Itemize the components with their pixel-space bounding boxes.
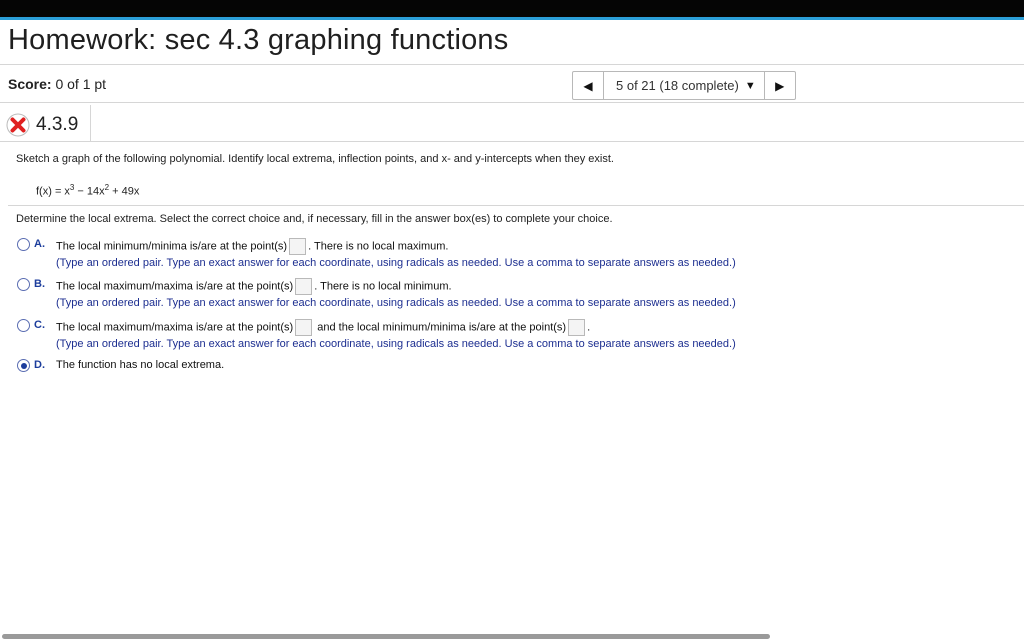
top-bar-accent: [0, 17, 1024, 20]
next-question-button[interactable]: ▶: [765, 72, 795, 99]
divider: [0, 64, 1024, 65]
choice-text: The local maximum/maxima is/are at the p…: [56, 278, 452, 295]
score-label: Score:: [8, 76, 52, 92]
question-number: 4.3.9: [36, 114, 79, 135]
answer-box[interactable]: [289, 238, 307, 255]
choice-letter: B.: [34, 278, 45, 290]
score-display: Score: 0 of 1 pt: [8, 76, 106, 92]
question-instruction: Determine the local extrema. Select the …: [16, 213, 613, 225]
answer-box[interactable]: [295, 278, 313, 295]
divider: [0, 141, 1024, 142]
next-arrow-icon: ▶: [775, 78, 785, 93]
previous-arrow-icon: ◀: [583, 78, 593, 93]
choice-b-radio[interactable]: [17, 278, 30, 291]
divider: [0, 102, 1024, 103]
choice-letter: A.: [34, 238, 45, 250]
choice-c-radio[interactable]: [17, 319, 30, 332]
choice-text: The local maximum/maxima is/are at the p…: [56, 319, 590, 336]
question-selector-dropdown[interactable]: 5 of 21 (18 complete) ▼: [603, 72, 765, 99]
choice-hint: (Type an ordered pair. Type an exact ans…: [56, 297, 736, 309]
answer-box[interactable]: [295, 319, 313, 336]
choice-text: The function has no local extrema.: [56, 359, 225, 371]
choice-letter: C.: [34, 319, 45, 331]
choice-letter: D.: [34, 359, 45, 371]
choice-d-radio[interactable]: [17, 359, 30, 372]
choice-hint: (Type an ordered pair. Type an exact ans…: [56, 338, 736, 350]
x-icon: [6, 113, 30, 137]
divider: [8, 205, 1024, 206]
previous-question-button[interactable]: ◀: [573, 72, 603, 99]
horizontal-scrollbar[interactable]: [2, 634, 770, 639]
top-bar: [0, 0, 1024, 17]
score-value: 0 of 1 pt: [55, 76, 107, 92]
question-navigator: ◀ 5 of 21 (18 complete) ▼ ▶: [572, 71, 796, 100]
page-title: Homework: sec 4.3 graphing functions: [8, 24, 509, 56]
answer-box[interactable]: [568, 319, 586, 336]
question-prompt: Sketch a graph of the following polynomi…: [16, 153, 614, 165]
choice-text: The local minimum/minima is/are at the p…: [56, 238, 448, 255]
choice-a-radio[interactable]: [17, 238, 30, 251]
question-header: 4.3.9: [6, 108, 78, 142]
polynomial-formula: f(x) = x3 − 14x2 + 49x: [36, 183, 140, 198]
choice-hint: (Type an ordered pair. Type an exact ans…: [56, 257, 736, 269]
divider: [90, 105, 91, 141]
question-position: 5 of 21 (18 complete): [616, 78, 739, 93]
chevron-down-icon: ▼: [744, 79, 756, 92]
